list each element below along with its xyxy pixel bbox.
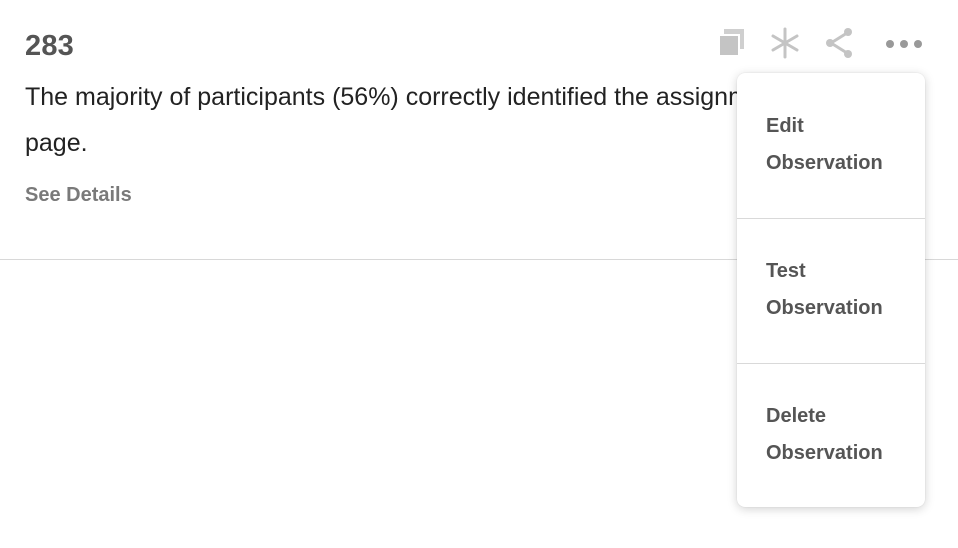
more-options-button[interactable] [882,24,926,62]
copy-button[interactable] [712,24,750,62]
observation-toolbar [712,24,932,62]
more-icon [886,40,922,48]
see-details-link[interactable]: See Details [25,184,132,207]
share-icon [826,28,852,58]
menu-item-edit-observation[interactable]: Edit Observation [737,73,925,218]
menu-item-label: Edit Observation [766,115,883,174]
page: 283 The majority of participants (56%) c… [0,0,958,548]
menu-item-label: Delete Observation [766,405,883,464]
menu-item-delete-observation[interactable]: Delete Observation [737,363,925,507]
share-button[interactable] [820,24,858,62]
observation-options-menu: Edit Observation Test Observation Delete… [737,73,925,507]
menu-item-test-observation[interactable]: Test Observation [737,218,925,363]
asterisk-icon [771,27,799,59]
copy-icon [718,29,744,57]
menu-item-label: Test Observation [766,260,883,319]
highlight-button[interactable] [766,24,804,62]
observation-number: 283 [25,30,74,62]
